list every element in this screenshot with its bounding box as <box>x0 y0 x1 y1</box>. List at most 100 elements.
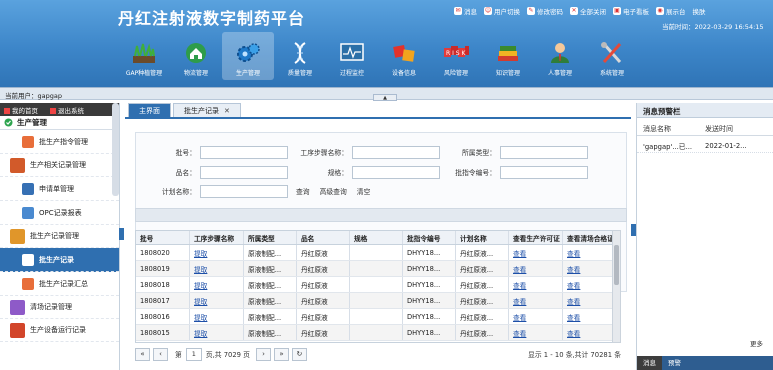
alert-row[interactable]: 'gapgap'...已... 2022-01-2... <box>637 139 773 153</box>
tab-messages[interactable]: 消息 <box>637 356 662 370</box>
sidebar-item-batch-record[interactable]: 批生产记录 <box>0 248 119 272</box>
message-link[interactable]: ✉ 消息 <box>454 5 477 17</box>
last-page-button[interactable]: » <box>273 347 289 361</box>
cell-link[interactable]: 查看 <box>513 328 526 338</box>
advanced-search-button[interactable]: 高级查询 <box>320 186 347 196</box>
search-button[interactable]: 查询 <box>296 186 310 196</box>
sidebar-item-application[interactable]: 申请单管理 <box>0 177 119 201</box>
table-row[interactable]: 1808018 提取 原液制配... 丹红原液 DHYY18... 丹红原液... 查看 查看 <box>136 277 618 293</box>
table-cell: 丹红原液... <box>456 245 509 260</box>
grid-scrollbar[interactable] <box>612 230 621 343</box>
cell-link[interactable]: 提取 <box>194 264 207 274</box>
clear-button[interactable]: 清空 <box>357 186 371 196</box>
collapse-header-button[interactable]: ▲ <box>373 94 397 101</box>
first-page-button[interactable]: « <box>135 347 150 361</box>
process-input[interactable] <box>352 145 440 159</box>
logout-link[interactable]: 退出系统 <box>50 105 84 115</box>
tab-main[interactable]: 主界面 <box>128 103 171 117</box>
table-row[interactable]: 1808017 提取 原液制配... 丹红原液 DHYY18... 丹红原液... 查看 查看 <box>136 293 618 309</box>
cell-link[interactable]: 查看 <box>567 328 580 338</box>
cell-link[interactable]: 提取 <box>194 328 207 338</box>
spec-input[interactable] <box>352 165 440 179</box>
table-cell: 查看 <box>563 261 618 276</box>
col-clearance[interactable]: 查看清场合格证 <box>563 231 618 244</box>
col-spec[interactable]: 规格 <box>350 231 403 244</box>
board-link[interactable]: ▣ 电子看板 <box>613 5 649 17</box>
module-gap[interactable]: GAP种植管理 <box>118 32 170 80</box>
module-production[interactable]: 生产管理 <box>222 32 274 80</box>
module-risk[interactable]: R I S K 风险管理 <box>430 32 482 80</box>
cell-link[interactable]: 提取 <box>194 280 207 290</box>
refresh-button[interactable]: ↻ <box>291 347 307 361</box>
cell-link[interactable]: 查看 <box>567 296 580 306</box>
module-equipment[interactable]: 设备信息 <box>378 32 430 80</box>
cell-link[interactable]: 查看 <box>567 280 580 290</box>
cell-link[interactable]: 提取 <box>194 248 207 258</box>
sidebar-item-batch-record-mgmt[interactable]: 批生产记录管理 <box>0 225 119 248</box>
table-row[interactable]: 1808020 提取 原液制配... 丹红原液 DHYY18... 丹红原液... 查看 查看 <box>136 245 618 261</box>
cell-link[interactable]: 查看 <box>567 264 580 274</box>
risk-icon: R I S K <box>443 41 469 65</box>
table-cell: 1808016 <box>136 309 190 324</box>
home-link[interactable]: 我的首页 <box>4 105 38 115</box>
sidebar-item-clearance[interactable]: 清场记录管理 <box>0 296 119 319</box>
sidebar-scrollbar[interactable] <box>112 103 119 196</box>
sidebar-item-production-records[interactable]: 生产相关记录管理 <box>0 154 119 177</box>
more-link[interactable]: 更多 <box>750 338 763 348</box>
sidebar-toggle[interactable] <box>119 228 124 240</box>
cell-link[interactable]: 查看 <box>513 280 526 290</box>
col-name[interactable]: 品名 <box>297 231 350 244</box>
cell-link[interactable]: 查看 <box>513 312 526 322</box>
table-row[interactable]: 1808016 提取 原液制配... 丹红原液 DHYY18... 丹红原液... 查看 查看 <box>136 309 618 325</box>
data-grid: 批号 工序步骤名称 所属类型 品名 规格 批指令编号 计划名称 查看生产许可证 … <box>135 230 619 343</box>
sidebar-item-batch-summary[interactable]: 批生产记录汇总 <box>0 272 119 296</box>
cell-link[interactable]: 查看 <box>513 296 526 306</box>
plan-input[interactable] <box>200 184 288 198</box>
type-input[interactable] <box>500 145 588 159</box>
cell-link[interactable]: 查看 <box>567 312 580 322</box>
col-batch[interactable]: 批号 <box>136 231 190 244</box>
table-cell: 丹红原液 <box>297 277 350 292</box>
page-info: 显示 1 - 10 条,共计 70281 条 <box>528 351 621 359</box>
change-password-link[interactable]: ✎ 修改密码 <box>527 5 563 17</box>
cell-link[interactable]: 提取 <box>194 296 207 306</box>
monitor-icon <box>339 41 365 65</box>
module-hr[interactable]: 人事管理 <box>534 32 586 80</box>
batch-input[interactable] <box>200 145 288 159</box>
col-process[interactable]: 工序步骤名称 <box>190 231 244 244</box>
module-quality[interactable]: 质量管理 <box>274 32 326 80</box>
sidebar-item-opc-report[interactable]: OPC记录报表 <box>0 201 119 225</box>
order-input[interactable] <box>500 165 588 179</box>
module-system[interactable]: 系统管理 <box>586 32 638 80</box>
cell-link[interactable]: 查看 <box>567 248 580 258</box>
grid-body: 1808020 提取 原液制配... 丹红原液 DHYY18... 丹红原液... 查看 查看… <box>136 245 618 341</box>
sidebar-group-production[interactable]: 生产管理 <box>0 116 119 130</box>
col-license[interactable]: 查看生产许可证 <box>509 231 563 244</box>
grid-scroll-thumb[interactable] <box>614 245 619 285</box>
tab-batch-record[interactable]: 批生产记录 ✕ <box>173 103 241 117</box>
close-all-link[interactable]: ✕ 全部关闭 <box>570 5 606 17</box>
display-link[interactable]: ◉ 展示台 <box>656 5 686 17</box>
table-row[interactable]: 1808015 提取 原液制配... 丹红原液 DHYY18... 丹红原液... 查看 查看 <box>136 325 618 341</box>
logout-icon <box>50 107 56 114</box>
col-type[interactable]: 所属类型 <box>244 231 297 244</box>
skin-link[interactable]: 换肤 <box>693 5 706 17</box>
name-input[interactable] <box>200 165 288 179</box>
next-page-button[interactable]: › <box>255 347 271 361</box>
page-input[interactable]: 1 <box>185 347 202 361</box>
col-plan[interactable]: 计划名称 <box>456 231 509 244</box>
col-order[interactable]: 批指令编号 <box>403 231 456 244</box>
prev-page-button[interactable]: ‹ <box>153 347 168 361</box>
sidebar-item-equipment-run[interactable]: 生产设备运行记录 <box>0 319 119 342</box>
cell-link[interactable]: 查看 <box>513 248 526 258</box>
table-row[interactable]: 1808019 提取 原液制配... 丹红原液 DHYY18... 丹红原液... 查看 查看 <box>136 261 618 277</box>
module-monitor[interactable]: 过程监控 <box>326 32 378 80</box>
cell-link[interactable]: 提取 <box>194 312 207 322</box>
tab-alerts[interactable]: 预警 <box>662 356 687 370</box>
module-knowledge[interactable]: 知识管理 <box>482 32 534 80</box>
user-switch-link[interactable]: ☺ 用户切换 <box>484 5 520 17</box>
sidebar-item-batch-order[interactable]: 批生产指令管理 <box>0 130 119 154</box>
module-logistics[interactable]: 物流管理 <box>170 32 222 80</box>
cell-link[interactable]: 查看 <box>513 264 526 274</box>
close-icon[interactable]: ✕ <box>224 104 230 118</box>
